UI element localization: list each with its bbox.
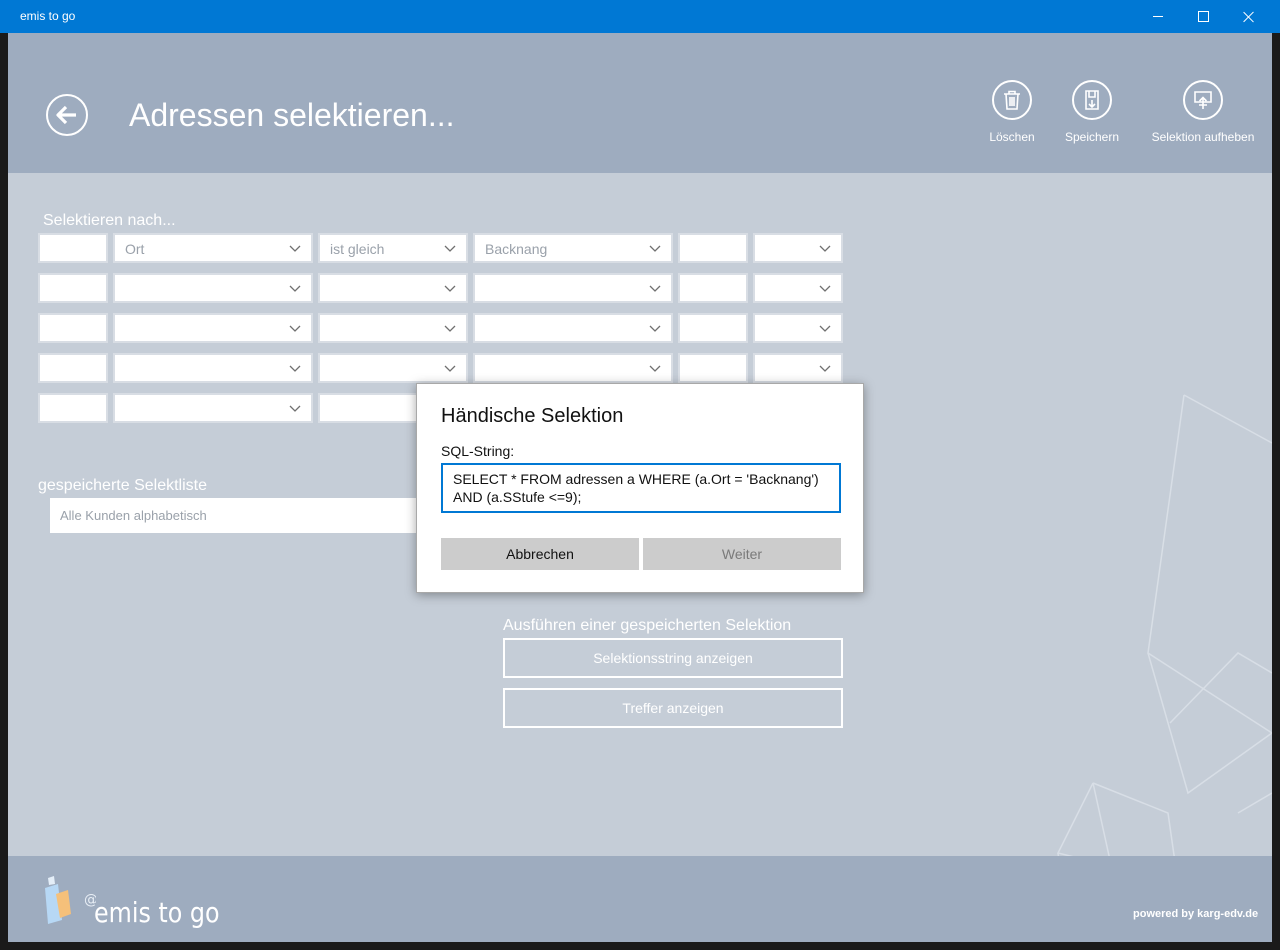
criteria-prefix-input[interactable] [38,233,108,263]
criteria-value-select[interactable] [473,313,673,343]
chevron-down-icon [819,285,831,292]
criteria-connector-select[interactable] [753,313,843,343]
save-icon [1085,90,1099,110]
delete-label: Löschen [989,130,1035,144]
dialog-title: Händische Selektion [441,405,624,427]
close-button[interactable] [1226,0,1272,33]
chevron-down-icon [649,365,661,372]
chevron-down-icon [289,365,301,372]
criteria-prefix-input[interactable] [38,273,108,303]
clear-selection-label: Selektion aufheben [1151,130,1255,144]
selection-heading: Selektieren nach... [43,212,176,229]
powered-by-text: powered by karg-edv.de [1133,908,1259,920]
chevron-down-icon [289,285,301,292]
criteria-field-select[interactable] [113,273,313,303]
chevron-down-icon [289,325,301,332]
sql-string-input[interactable]: SELECT * FROM adressen a WHERE (a.Ort = … [441,463,841,513]
criteria-prefix-input[interactable] [38,393,108,423]
criteria-connector-select[interactable] [753,233,843,263]
criteria-field-select[interactable] [113,353,313,383]
criteria-operator-select[interactable] [318,313,468,343]
criteria-value-select[interactable] [473,353,673,383]
chevron-down-icon [444,245,456,252]
chevron-down-icon [289,245,301,252]
chevron-down-icon [289,405,301,412]
page-title: Adressen selektieren... [129,97,455,133]
trash-icon [1004,90,1020,110]
minimize-icon [1153,16,1163,17]
manual-selection-dialog: Händische Selektion SQL-String: SELECT *… [416,383,864,593]
back-button[interactable] [46,94,88,136]
criteria-prefix-input[interactable] [38,313,108,343]
chevron-down-icon [819,325,831,332]
sql-line-1: SELECT * FROM adressen a WHERE (a.Ort = … [453,471,819,487]
criteria-connector-select[interactable] [753,353,843,383]
next-button[interactable]: Weiter [643,538,841,570]
criteria-operator-select[interactable] [318,353,468,383]
sql-string-label: SQL-String: [441,443,515,459]
chevron-down-icon [649,325,661,332]
criteria-operator-select[interactable] [318,273,468,303]
criteria-prefix-input[interactable] [38,353,108,383]
back-arrow-icon [56,105,76,125]
saved-list-heading: gespeicherte Selektliste [38,477,207,494]
chevron-down-icon [444,365,456,372]
criteria-field-select[interactable] [113,393,313,423]
chevron-down-icon [649,245,661,252]
logo-icon: @ [45,876,96,924]
saved-list-select[interactable]: Alle Kunden alphabetisch [50,498,450,533]
cancel-button[interactable]: Abbrechen [441,538,639,570]
chevron-down-icon [444,285,456,292]
clear-selection-button[interactable]: Selektion aufheben [1148,80,1258,144]
criteria-field-select[interactable]: Ort [113,233,313,263]
criteria-suffix-input[interactable] [678,273,748,303]
chevron-down-icon [649,285,661,292]
upload-icon [1194,91,1212,109]
window-title: emis to go [20,9,76,23]
app-footer: @ emis to go powered by karg-edv.de [8,856,1272,942]
show-hits-button[interactable]: Treffer anzeigen [503,688,843,728]
maximize-icon [1197,11,1209,22]
criteria-suffix-input[interactable] [678,313,748,343]
title-bar: emis to go [0,0,1280,33]
criteria-value-select[interactable] [473,273,673,303]
close-icon [1243,11,1255,23]
criteria-suffix-input[interactable] [678,353,748,383]
criteria-value-select[interactable]: Backnang [473,233,673,263]
chevron-down-icon [444,325,456,332]
save-button[interactable]: Speichern [1061,80,1123,144]
chevron-down-icon [819,245,831,252]
criteria-field-select[interactable] [113,313,313,343]
logo-text: emis to go [94,896,220,929]
chevron-down-icon [819,365,831,372]
page-header: Adressen selektieren... Löschen Speicher… [8,33,1272,173]
save-label: Speichern [1064,130,1120,144]
show-selection-string-button[interactable]: Selektionsstring anzeigen [503,638,843,678]
execute-heading: Ausführen einer gespeicherten Selektion [503,617,792,634]
delete-button[interactable]: Löschen [986,80,1038,144]
criteria-connector-select[interactable] [753,273,843,303]
sql-line-2: AND (a.SStufe <=9); [453,489,582,505]
maximize-button[interactable] [1180,0,1226,33]
criteria-operator-select[interactable]: ist gleich [318,233,468,263]
criteria-suffix-input[interactable] [678,233,748,263]
minimize-button[interactable] [1135,0,1181,33]
